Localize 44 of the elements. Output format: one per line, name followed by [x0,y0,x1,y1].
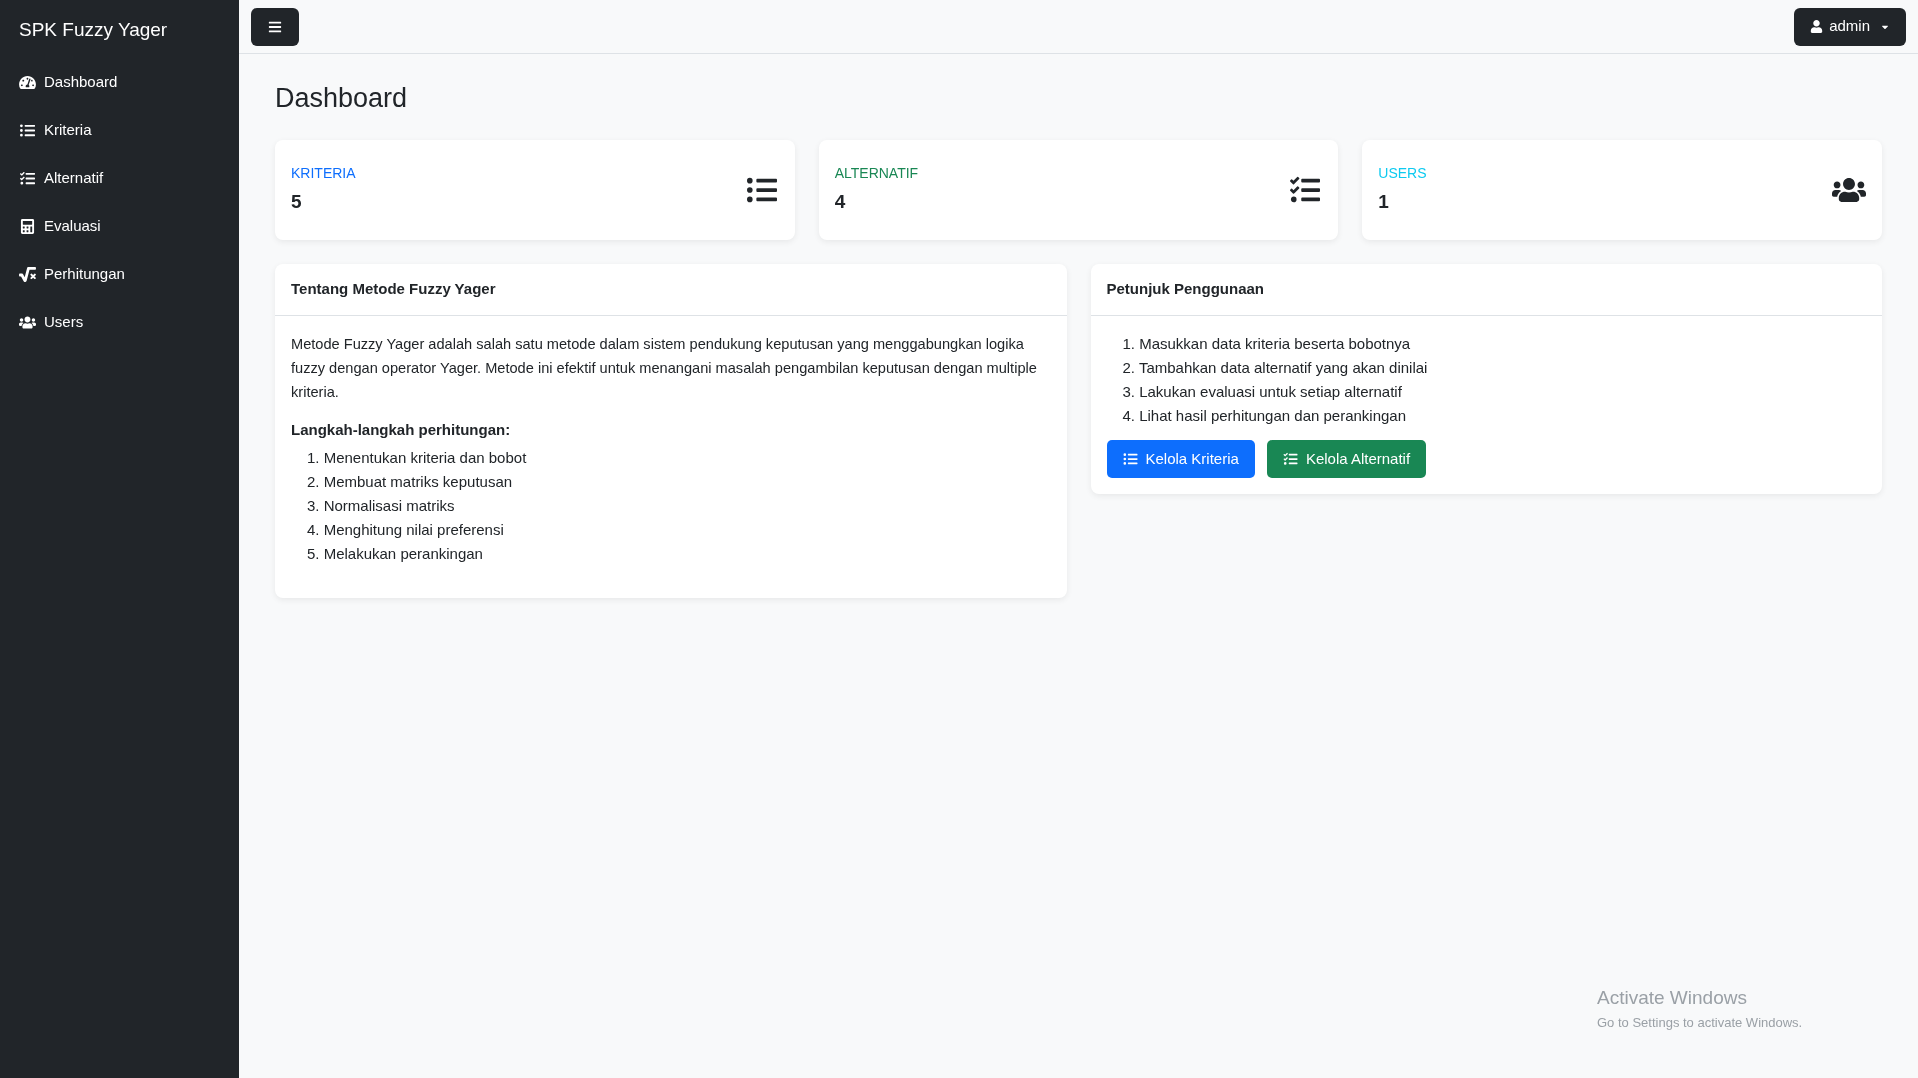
gauge-icon [19,75,36,90]
step-item: 3. Normalisasi matriks [307,495,456,516]
step-item: 1. Masukkan data kriteria beserta bobotnya [1122,333,1412,354]
user-icon [1810,20,1824,33]
page-title: Dashboard [275,82,408,115]
sidebar-item[interactable]: Dashboard [0,58,239,107]
step-item: 4. Lihat hasil perhitungan dan perankingan [1122,405,1408,426]
sidebar-item[interactable]: Perhitungan [0,250,239,299]
step-item: 3. Lakukan evaluasi untuk setiap alternatif [1122,381,1403,402]
step-item: 1. Menentukan kriteria dan bobot [307,447,528,468]
menu-button[interactable] [251,7,299,46]
action-button[interactable]: Kelola Alternatif [1266,439,1427,478]
step-item: 2. Tambahkan data alternatif yang akan dinilai [1122,357,1429,378]
list-icon [19,123,36,138]
stat-label: USERS [1378,163,1427,183]
stat-value: 1 [1378,189,1390,214]
sidebar-item[interactable]: Users [0,298,239,347]
steps-heading: Langkah-langkah perhitungan: [291,419,512,440]
sidebar-item[interactable]: Kriteria [0,106,239,155]
stat-value: 4 [834,189,847,214]
sidebar-item[interactable]: Alternatif [0,154,239,203]
activation-title: Activate Windows [1597,986,1748,1010]
calculator-icon [19,219,36,234]
activation-text: Go to Settings to activate Windows. [1597,1013,1803,1032]
menu-icon [268,19,282,34]
checklist-icon [19,171,36,186]
action-button[interactable]: Kelola Kriteria [1106,439,1255,478]
card-title: Tentang Metode Fuzzy Yager [291,278,496,299]
sidebar-item[interactable]: Evaluasi [0,202,239,251]
card-title: Petunjuk Penggunaan [1106,278,1264,299]
user-menu-button[interactable]: admin [1794,7,1906,46]
description-text: Metode Fuzzy Yager adalah salah satu metode dalam sistem pendukung keputusan yang menggabungkan logika fuzzy dengan operator Yager. Metode ini efektif untuk menangani masalah pengambilan keputusan dengan multiple kriteria. [291,334,1038,402]
step-item: 5. Melakukan perankingan [307,543,484,564]
users-icon [19,315,36,330]
stat-label: KRITERIA [291,163,356,183]
step-item: 2. Membuat matriks keputusan [307,471,514,492]
stat-value: 5 [291,189,303,214]
stat-label: ALTERNATIF [834,163,919,183]
square-root-icon [19,267,36,282]
checklist-icon [1282,451,1298,466]
brand-title[interactable]: SPK Fuzzy Yager [0,0,239,59]
checklist-icon [1288,174,1323,205]
step-item: 4. Menghitung nilai preferensi [307,519,505,540]
list-icon [1122,451,1138,466]
